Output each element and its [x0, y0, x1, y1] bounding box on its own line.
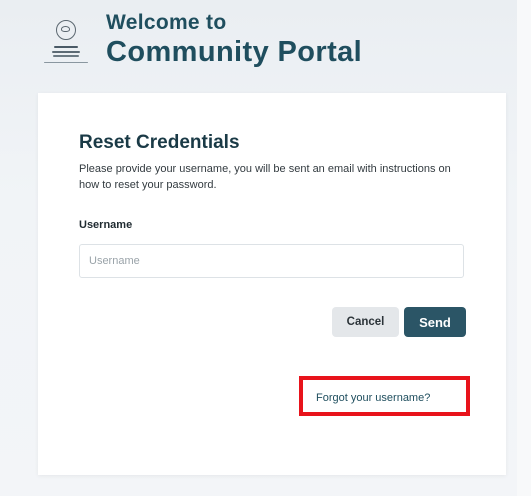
page-title: Welcome to Community Portal — [106, 10, 362, 69]
cancel-button[interactable]: Cancel — [332, 307, 399, 337]
username-label: Username — [79, 219, 133, 231]
username-input[interactable] — [79, 244, 464, 278]
page-title-line2: Community Portal — [106, 36, 363, 68]
send-button[interactable]: Send — [404, 307, 466, 337]
reset-credentials-card: Reset Credentials Please provide your us… — [38, 93, 506, 475]
government-logo — [38, 20, 96, 66]
government-crest-icon — [56, 20, 76, 40]
logo-wordmark-line — [52, 51, 80, 53]
logo-wordmark-line — [54, 46, 78, 48]
card-description: Please provide your username, you will b… — [79, 163, 451, 191]
logo-department-line — [44, 62, 88, 64]
logo-wordmark-line — [53, 55, 79, 57]
page-title-line1: Welcome to — [106, 11, 227, 34]
page-edge — [517, 0, 531, 496]
forgot-username-link[interactable]: Forgot your username? — [316, 392, 430, 404]
card-title: Reset Credentials — [79, 132, 240, 153]
